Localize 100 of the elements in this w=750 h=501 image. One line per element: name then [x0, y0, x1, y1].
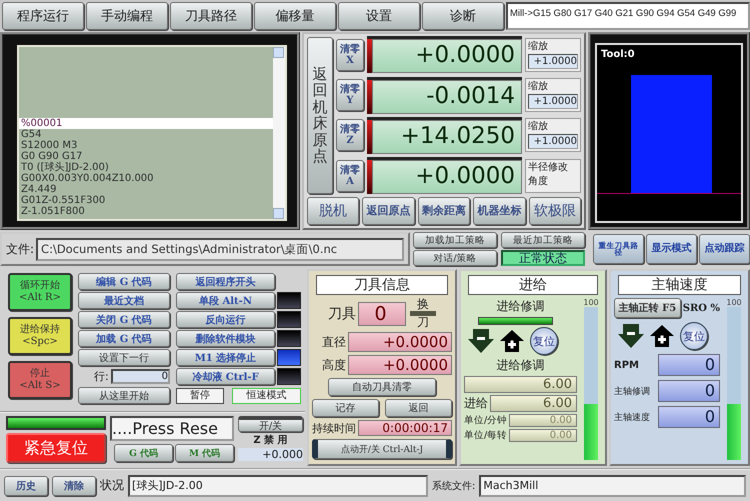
reset-button[interactable]: 复位 — [530, 327, 558, 356]
zero-axis-button[interactable]: 清零 Z — [336, 119, 364, 152]
file-label: 文件: — [6, 240, 34, 258]
sro-label: SRO % — [682, 302, 720, 314]
dro-button[interactable]: 剩余距离 — [418, 196, 470, 225]
cycle-button[interactable]: 进给保持 <Spc> — [8, 317, 72, 356]
gcode-button[interactable]: 编辑 G 代码 — [78, 273, 170, 290]
gcode-line[interactable]: Z4.449 — [19, 184, 273, 195]
per-rev-label: 单位/每转 — [464, 429, 508, 442]
tab[interactable]: 设置 — [338, 2, 420, 30]
auto-zero-button[interactable]: 自动刀具清零 — [328, 378, 436, 396]
zero-axis-button[interactable]: 清零 Y — [336, 79, 364, 112]
gcode-button[interactable]: 设置下一行 — [78, 349, 170, 366]
program-button[interactable]: 单段 Alt-N — [176, 292, 275, 310]
reset-button[interactable]: 复位 — [680, 322, 708, 350]
gcode-line[interactable]: S12000 M3 — [19, 140, 273, 151]
feed-label: 进给 — [464, 395, 488, 412]
dro-button[interactable]: 脱机 — [307, 196, 360, 225]
clear-button[interactable]: 清除 — [52, 476, 96, 496]
gcode-button[interactable]: 关闭 G 代码 — [78, 311, 170, 328]
spindle-override-label: 主轴修调 — [614, 386, 651, 398]
spindle-speed-field[interactable]: 0 — [658, 406, 720, 428]
gcode-line[interactable]: G54 — [19, 128, 273, 140]
tool-change-led — [410, 311, 436, 316]
scale-field[interactable]: +1.0000 — [528, 134, 578, 150]
units-per-rev-field: 0.00 — [509, 429, 577, 442]
program-button[interactable]: M1 选择停止 — [176, 349, 275, 366]
spindle-override-field[interactable]: 0 — [658, 380, 720, 402]
strategy-button[interactable]: 最近加工策略 — [501, 232, 585, 248]
axis-readout: +0.0000 — [372, 160, 522, 194]
z-inhibit-label: Z 禁 用 — [252, 434, 289, 448]
plus-arrow-icon[interactable] — [500, 330, 524, 352]
gcode-line[interactable]: G00X0.003Y0.004Z10.000 — [19, 172, 273, 184]
view-button[interactable]: 点动跟踪 — [699, 234, 750, 264]
gcode-line[interactable]: T0 ([球头]JD-2.00) — [19, 162, 273, 173]
toolpath-view[interactable]: Tool:0 — [595, 42, 743, 223]
panel-title: 进给 — [468, 275, 598, 296]
program-button[interactable]: 反向运行 — [176, 311, 275, 328]
scale-label: 缩放 — [528, 40, 549, 54]
status-label: 状况 — [100, 477, 124, 494]
zero-axis-button[interactable]: 清零 A — [336, 160, 364, 192]
program-button[interactable]: 返回程序开头 — [176, 273, 275, 290]
view-button[interactable]: 显示模式 — [646, 234, 697, 264]
override-slider[interactable] — [584, 307, 598, 460]
mcode-button[interactable]: M 代码 — [175, 444, 234, 462]
per-min-label: 单位/分钟 — [464, 414, 508, 428]
gcode-button[interactable]: 最近文档 — [78, 292, 170, 310]
diameter-field[interactable]: +0.0000 — [348, 332, 452, 352]
gcode-button[interactable]: G 代码 — [114, 444, 173, 462]
elapsed-field: 0:00:00:17 — [358, 420, 452, 436]
line-field[interactable]: 0 — [110, 369, 170, 384]
change-label: 换 — [417, 298, 429, 312]
height-label: 高度 — [321, 356, 346, 374]
scale-label: 缩放 — [528, 80, 549, 94]
tab[interactable]: 手动编程 — [86, 2, 168, 30]
z-inhibit-field[interactable]: +0.000 — [238, 448, 303, 462]
strategy-button[interactable]: 加载加工策略 — [413, 232, 497, 248]
dro-button[interactable]: 机器坐标 — [473, 196, 526, 225]
dro-button[interactable]: 返回原点 — [362, 196, 415, 225]
gcode-list[interactable]: %00001 G54 S12000 M3 G0 G90 G17 T0 ([球头]JD-2.00) G00X0.003Y0.004Z10.000 Z4.449 G01Z-0.551F300 Z-1.051F800 — [17, 44, 287, 221]
spindle-cw-button[interactable]: 主轴正转 F5 — [614, 298, 681, 318]
gcode-line[interactable]: Z-1.051F800 — [19, 206, 273, 217]
dro-button[interactable]: 软极限 — [528, 196, 582, 225]
save-button[interactable]: 记存 — [312, 399, 379, 418]
program-button[interactable]: 冷却液 Ctrl-F — [176, 368, 275, 386]
minus-arrow-icon[interactable] — [468, 329, 494, 354]
run-from-here-button[interactable]: 从这里开始 — [78, 387, 170, 404]
cycle-button[interactable]: 循环开始 <Alt R> — [8, 273, 72, 312]
line-label: 行: — [94, 369, 109, 384]
scale-field[interactable]: +1.0000 — [528, 94, 578, 110]
tab[interactable]: 刀具路径 — [170, 2, 252, 30]
ref-all-button[interactable]: 返回机床原点 — [307, 36, 333, 194]
feed-override-field[interactable]: 6.00 — [464, 376, 577, 394]
tab[interactable]: 诊断 — [422, 2, 504, 30]
tab[interactable]: 程序运行 — [2, 2, 84, 30]
return-button[interactable]: 返回 — [385, 399, 452, 418]
jog-button[interactable]: 点动开/关 Ctrl-Alt-J — [312, 439, 452, 460]
gcode-line[interactable]: G0 G90 G17 — [19, 150, 273, 162]
file-path-field[interactable]: C:\Documents and Settings\Administrator\桌面\0.nc — [36, 238, 404, 261]
tab[interactable]: 偏移量 — [254, 2, 336, 30]
zero-axis-button[interactable]: 清零 X — [336, 38, 364, 71]
plus-arrow-icon[interactable] — [650, 325, 674, 348]
program-button[interactable]: 删除软件模块 — [176, 330, 275, 348]
emergency-reset-button[interactable]: 紧急复位 — [6, 433, 106, 464]
scale-field[interactable]: +1.0000 — [528, 54, 578, 69]
override-slider[interactable] — [727, 307, 741, 460]
feed-field[interactable]: 6.00 — [490, 395, 577, 412]
gcode-button[interactable]: 加载 G 代码 — [78, 330, 170, 348]
side-label: 半径修改 — [528, 160, 569, 174]
cycle-button[interactable]: 停止 <Alt S> — [8, 361, 72, 400]
strategy-button[interactable]: 对话/策略 — [413, 250, 497, 266]
tool-field[interactable]: 0 — [358, 302, 406, 326]
units-per-min-field: 0.00 — [509, 414, 577, 428]
minus-arrow-icon[interactable] — [618, 324, 644, 348]
onoff-button[interactable]: 开/关 — [238, 416, 303, 432]
height-field[interactable]: +0.0000 — [348, 355, 452, 376]
gcode-line[interactable]: G01Z-0.551F300 — [19, 194, 273, 206]
tool-label: Tool:0 — [601, 48, 635, 60]
history-button[interactable]: 历史 — [4, 476, 48, 496]
rpm-label: RPM — [614, 360, 640, 371]
